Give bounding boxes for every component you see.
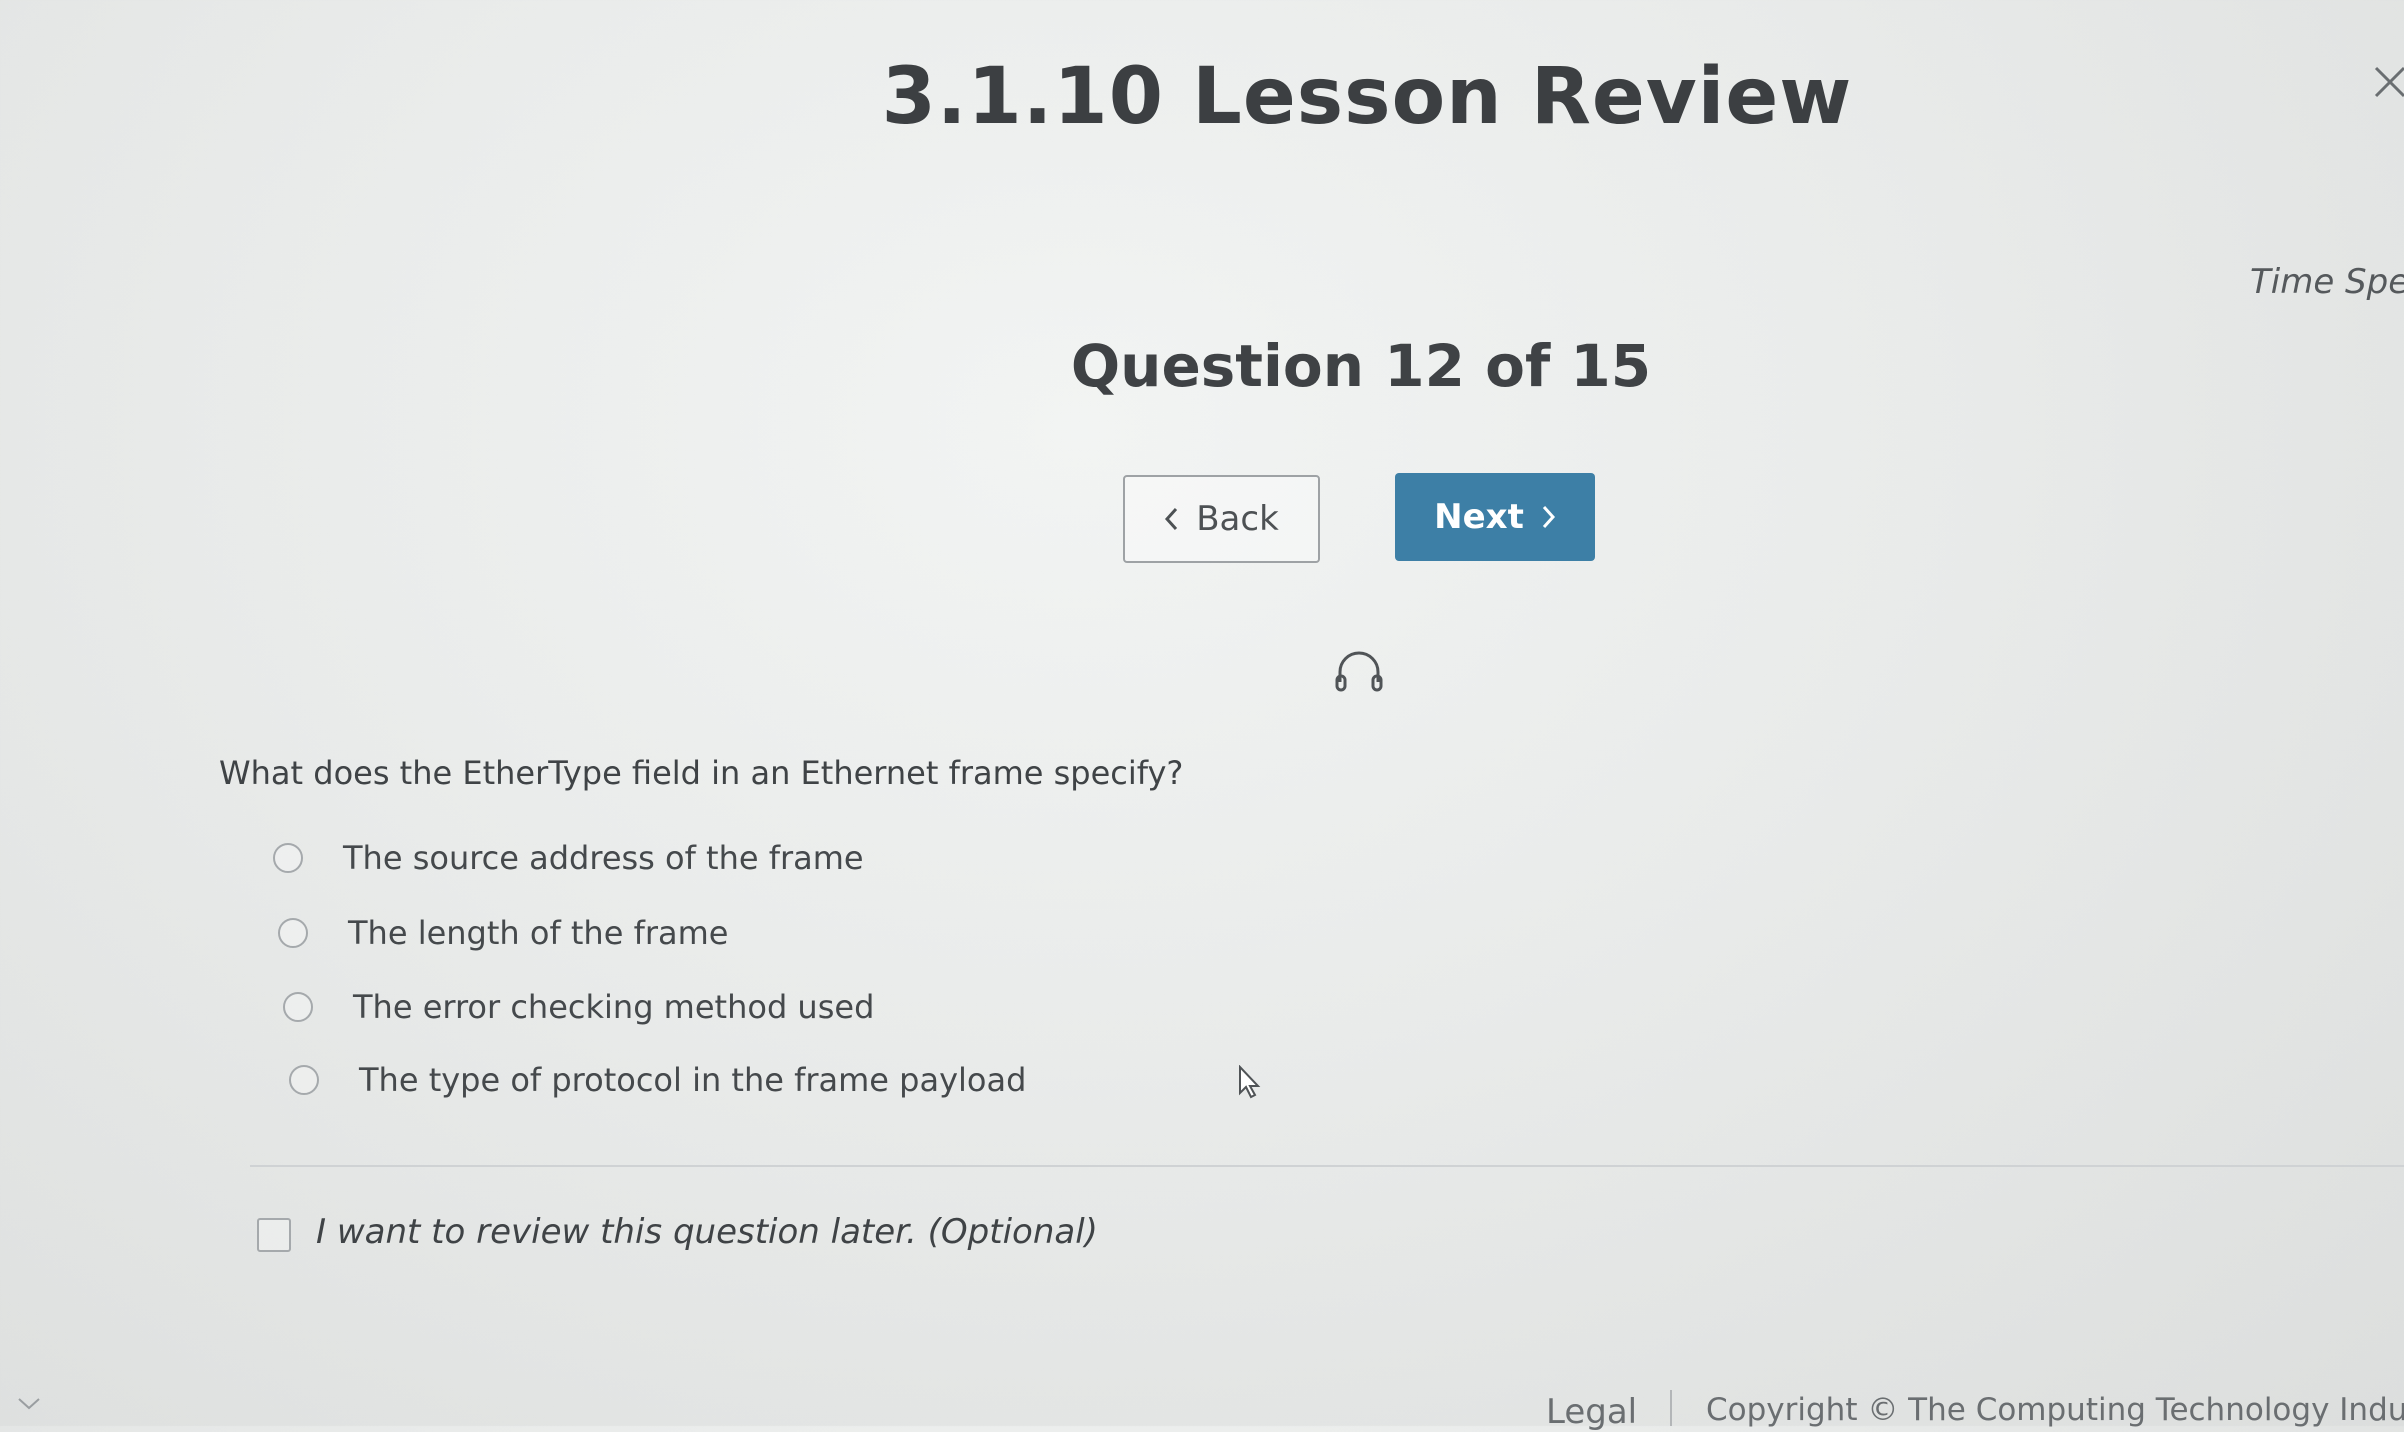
cursor-icon [1239,1065,1261,1099]
chevron-right-icon [1542,505,1555,529]
radio-button[interactable] [283,992,313,1022]
footer-divider [1670,1390,1672,1426]
review-later-label[interactable]: I want to review this question later. (O… [316,1212,1098,1252]
answer-option-2[interactable]: The length of the frame [278,914,728,952]
next-button[interactable]: Next [1395,473,1595,561]
footer-legal-link[interactable]: Legal [1546,1392,1637,1432]
close-icon[interactable] [2370,62,2404,102]
back-button-label: Back [1196,499,1279,539]
option-label: The source address of the frame [343,839,864,877]
option-label: The type of protocol in the frame payloa… [359,1061,1027,1099]
radio-button[interactable] [278,918,308,948]
answer-option-1[interactable]: The source address of the frame [273,839,864,877]
back-button[interactable]: Back [1123,475,1320,563]
footer-copyright: Copyright © The Computing Technology Ind… [1706,1392,2404,1428]
page-title: 3.1.10 Lesson Review [881,52,1853,142]
radio-button[interactable] [289,1065,319,1095]
option-label: The length of the frame [348,914,729,952]
chevron-down-icon[interactable] [16,1396,42,1412]
question-prompt: What does the EtherType field in an Ethe… [219,754,1184,792]
next-button-label: Next [1434,497,1524,537]
divider [250,1165,2404,1167]
review-later-checkbox[interactable] [257,1218,291,1252]
chevron-left-icon [1165,507,1178,531]
time-spent-label: Time Sper [2250,262,2404,302]
option-label: The error checking method used [353,988,875,1026]
radio-button[interactable] [273,843,303,873]
answer-option-4[interactable]: The type of protocol in the frame payloa… [289,1061,1026,1099]
question-counter: Question 12 of 15 [1070,332,1652,400]
headphones-icon[interactable] [1334,648,1384,694]
answer-option-3[interactable]: The error checking method used [283,988,874,1026]
